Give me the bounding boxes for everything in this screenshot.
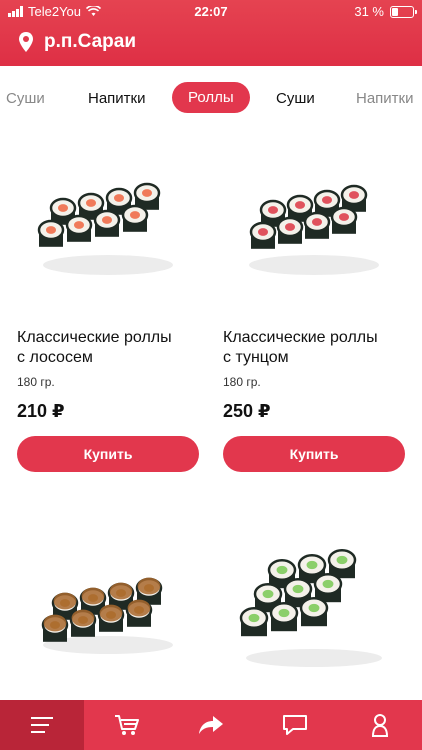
profile-icon bbox=[371, 714, 388, 737]
product-title-line: с тунцом bbox=[223, 349, 289, 366]
product-card[interactable]: Классические роллы с лососем 180 гр. 210… bbox=[17, 140, 199, 472]
product-price: 250 ₽ bbox=[223, 401, 271, 421]
bottom-nav bbox=[0, 700, 422, 750]
location-selector[interactable]: р.п.Сараи bbox=[18, 31, 136, 53]
product-title-line: Классические роллы bbox=[223, 329, 378, 346]
map-pin-icon bbox=[19, 32, 33, 52]
tab-sushi-2[interactable]: Суши bbox=[276, 90, 315, 107]
profile-button[interactable] bbox=[338, 700, 422, 750]
cucumber-roll-image bbox=[239, 549, 382, 667]
menu-icon bbox=[31, 717, 54, 733]
chat-button[interactable] bbox=[253, 700, 337, 750]
unagi-roll-image bbox=[41, 577, 173, 654]
cart-button[interactable] bbox=[84, 700, 168, 750]
product-title-line: с лососем bbox=[17, 349, 93, 366]
cart-icon bbox=[114, 715, 139, 735]
chat-icon bbox=[283, 715, 308, 735]
product-image[interactable] bbox=[223, 515, 405, 685]
product-title-line: Классические роллы bbox=[17, 329, 172, 346]
product-price: 210 ₽ bbox=[17, 401, 65, 421]
salmon-roll-image bbox=[37, 182, 173, 275]
tab-rolls[interactable]: Роллы bbox=[172, 82, 250, 113]
tab-drinks-2[interactable]: Напитки bbox=[356, 90, 414, 107]
battery-label: 31 % bbox=[354, 4, 384, 19]
buy-button[interactable]: Купить bbox=[17, 436, 199, 472]
share-icon bbox=[199, 716, 224, 734]
product-card[interactable] bbox=[223, 515, 405, 685]
tab-sushi[interactable]: Суши bbox=[6, 90, 45, 107]
app-header: Tele2You 22:07 31 % р.п.Сараи bbox=[0, 0, 422, 66]
product-image[interactable] bbox=[17, 140, 199, 310]
status-bar: Tele2You 22:07 31 % bbox=[0, 0, 422, 22]
product-title: Классические роллы с тунцом bbox=[223, 328, 405, 368]
product-image[interactable] bbox=[223, 140, 405, 310]
product-title: Классические роллы с лососем bbox=[17, 328, 199, 368]
battery-icon bbox=[390, 5, 417, 18]
product-card[interactable]: Классические роллы с тунцом 180 гр. 250 … bbox=[223, 140, 405, 472]
product-image[interactable] bbox=[17, 515, 199, 685]
tuna-roll-image bbox=[249, 184, 379, 275]
product-card[interactable] bbox=[17, 515, 199, 685]
product-weight: 180 гр. bbox=[223, 375, 261, 389]
product-weight: 180 гр. bbox=[17, 375, 55, 389]
menu-button[interactable] bbox=[0, 700, 85, 750]
buy-button[interactable]: Купить bbox=[223, 436, 405, 472]
category-tabs: Суши Напитки Роллы Суши Напитки bbox=[0, 82, 422, 120]
location-label: р.п.Сараи bbox=[44, 31, 137, 52]
tab-drinks[interactable]: Напитки bbox=[88, 90, 146, 107]
share-button[interactable] bbox=[169, 700, 253, 750]
